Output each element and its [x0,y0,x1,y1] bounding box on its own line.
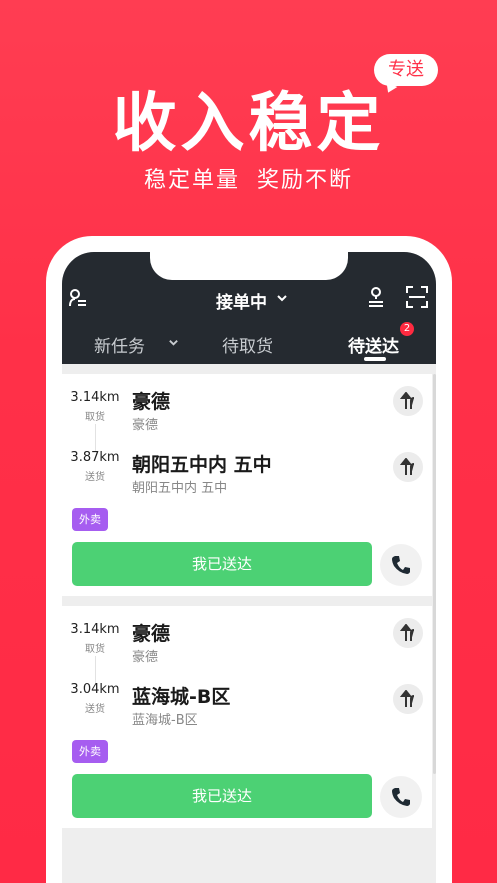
delivered-button[interactable]: 我已送达 [72,774,372,818]
pickup-name: 豪德 [132,391,171,413]
dropoff-name: 朝阳五中内 五中 [132,454,272,476]
route-icon[interactable] [366,286,386,308]
pickup-address: 豪德 [132,418,159,433]
tab-count-badge: 2 [400,322,414,336]
scan-icon[interactable] [406,286,428,308]
pickup-distance: 3.14km [70,390,120,405]
dropoff-label: 送货 [85,472,105,483]
dropoff-distance: 3.04km [70,682,120,697]
call-button[interactable] [380,544,422,586]
pickup-label: 取货 [85,412,105,423]
pickup-label: 取货 [85,644,105,655]
route-divider [95,424,96,452]
delivered-button[interactable]: 我已送达 [72,542,372,586]
order-card: 3.14km 取货 豪德 豪德 3.87km 送货 朝阳五中内 五中 朝阳五中内… [62,374,432,596]
order-card: 3.14km 取货 豪德 豪德 3.04km 送货 蓝海城-B区 蓝海城-B区 … [62,606,432,828]
dropoff-label: 送货 [85,704,105,715]
rider-list-icon[interactable] [68,288,88,308]
dropoff-name: 蓝海城-B区 [132,686,231,708]
hero-badge: 专送 [374,54,438,86]
phone-frame: 接单中 新任务 待取货 待送达 2 3.14km 取货 豪德 豪德 3.87km… [46,236,452,883]
dropoff-address: 蓝海城-B区 [132,713,198,728]
scrollbar[interactable] [433,374,436,774]
pickup-navigate-button[interactable] [393,618,423,648]
hero-subtitle: 稳定单量 奖励不断 [144,168,353,193]
order-type-tag: 外卖 [72,740,108,763]
route-divider [95,656,96,684]
chevron-down-icon[interactable] [168,337,179,348]
dropoff-navigate-button[interactable] [393,684,423,714]
dropoff-navigate-button[interactable] [393,452,423,482]
navigate-icon [400,392,415,409]
dropoff-address: 朝阳五中内 五中 [132,481,228,496]
phone-icon [392,788,410,806]
tab-new-task[interactable]: 新任务 [94,332,145,357]
app-screen: 接单中 新任务 待取货 待送达 2 3.14km 取货 豪德 豪德 3.87km… [62,252,436,883]
phone-icon [392,556,410,574]
active-tab-indicator [364,357,386,361]
pickup-distance: 3.14km [70,622,120,637]
tab-awaiting-delivery[interactable]: 待送达 [348,332,399,357]
pickup-address: 豪德 [132,650,159,665]
dropoff-distance: 3.87km [70,450,120,465]
pickup-name: 豪德 [132,623,171,645]
tab-awaiting-pickup[interactable]: 待取货 [222,332,273,357]
phone-notch [150,252,348,280]
call-button[interactable] [380,776,422,818]
navigate-icon [400,458,415,475]
pickup-navigate-button[interactable] [393,386,423,416]
chevron-down-icon[interactable] [276,292,288,304]
work-status-title[interactable]: 接单中 [216,288,267,313]
order-type-tag: 外卖 [72,508,108,531]
navigate-icon [400,624,415,641]
navigate-icon [400,690,415,707]
